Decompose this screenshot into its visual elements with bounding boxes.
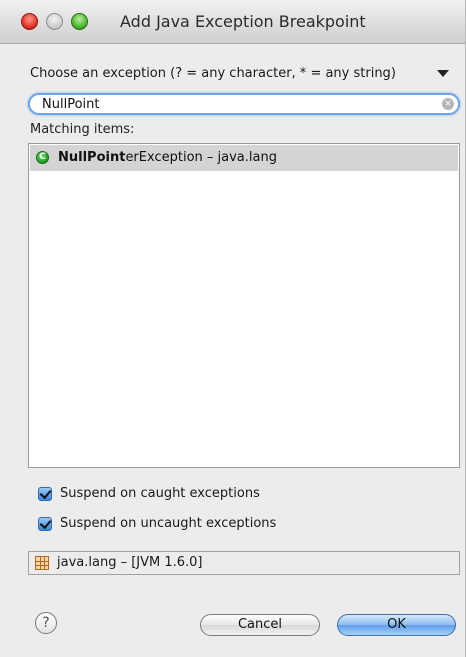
matching-items-list[interactable]: C NullPointerException – java.lang: [28, 143, 460, 468]
qualifier-status-bar: java.lang – [JVM 1.6.0]: [28, 551, 460, 575]
search-input-text[interactable]: NullPoint: [42, 97, 99, 112]
dialog-window: Add Java Exception Breakpoint Choose an …: [0, 0, 466, 657]
list-item-rest: erException: [125, 150, 203, 165]
minimize-window-button[interactable]: [46, 13, 63, 30]
clear-search-icon[interactable]: ×: [442, 98, 454, 110]
close-window-button[interactable]: [21, 13, 38, 30]
title-bar[interactable]: Add Java Exception Breakpoint: [0, 0, 465, 44]
list-item-label: NullPointerException – java.lang: [58, 150, 277, 165]
view-menu-dropdown-icon[interactable]: [437, 70, 449, 77]
list-item-package: – java.lang: [202, 150, 277, 165]
exception-search-field[interactable]: NullPoint ×: [28, 93, 460, 115]
suspend-caught-label: Suspend on caught exceptions: [60, 486, 260, 501]
list-item[interactable]: C NullPointerException – java.lang: [30, 145, 458, 171]
suspend-uncaught-checkbox[interactable]: [38, 517, 52, 531]
package-icon: [35, 556, 49, 570]
qualifier-status-text: java.lang – [JVM 1.6.0]: [57, 555, 203, 570]
cancel-button[interactable]: Cancel: [200, 614, 320, 636]
matching-items-label: Matching items:: [30, 122, 135, 137]
window-title: Add Java Exception Breakpoint: [120, 12, 366, 31]
zoom-window-button[interactable]: [71, 13, 88, 30]
help-button[interactable]: ?: [35, 612, 57, 634]
class-icon: C: [36, 151, 49, 164]
ok-button[interactable]: OK: [337, 614, 456, 636]
list-item-match: NullPoint: [58, 150, 126, 165]
suspend-caught-checkbox[interactable]: [38, 487, 52, 501]
exception-prompt-label: Choose an exception (? = any character, …: [30, 66, 396, 81]
suspend-uncaught-label: Suspend on uncaught exceptions: [60, 516, 277, 531]
